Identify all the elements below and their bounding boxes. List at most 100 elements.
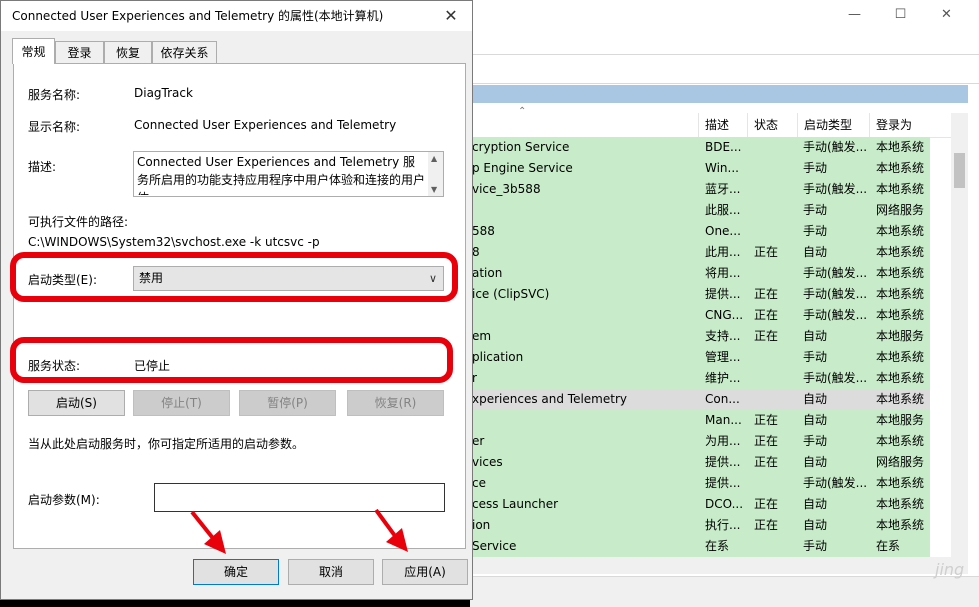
- service-name-cell: p Engine Service: [472, 161, 573, 175]
- service-startup-cell: 手动: [803, 539, 828, 553]
- service-startup-cell: 自动: [803, 413, 828, 427]
- service-status-cell: 正在: [754, 434, 779, 448]
- table-row[interactable]: plication 管理... 手动 本地系统: [470, 347, 930, 368]
- service-description-cell: 在系: [705, 539, 730, 553]
- service-name-cell: er: [472, 434, 485, 448]
- description-textbox[interactable]: Connected User Experiences and Telemetry…: [133, 151, 444, 197]
- red-arrow-icon: [190, 510, 226, 554]
- close-icon[interactable]: ✕: [924, 0, 969, 30]
- services-header-bar: [470, 85, 968, 103]
- table-row[interactable]: Man... 正在 自动 本地服务: [470, 410, 930, 431]
- table-row[interactable]: CNG... 正在 手动(触发... 本地系统: [470, 305, 930, 326]
- minimize-icon[interactable]: —: [832, 0, 877, 30]
- close-icon[interactable]: ✕: [434, 1, 468, 31]
- service-status-cell: [754, 137, 794, 158]
- table-row[interactable]: Service 在系 手动 在系: [470, 536, 930, 557]
- service-name-cell: plication: [472, 350, 524, 364]
- vertical-scrollbar[interactable]: [951, 113, 968, 557]
- table-row[interactable]: ice (ClipSVC) 提供... 正在 手动(触发... 本地系统: [470, 284, 930, 305]
- table-row[interactable]: xperiences and Telemetry Con... 自动 本地系统: [470, 389, 930, 410]
- service-description-cell: 执行...: [705, 518, 741, 532]
- service-description-cell: 此用...: [705, 245, 741, 259]
- service-logon-cell: 本地系统: [876, 161, 925, 175]
- description-scrollbar[interactable]: ▲ ▼: [428, 152, 443, 196]
- ok-button[interactable]: 确定: [193, 559, 279, 585]
- table-row[interactable]: er 为用... 正在 手动 本地系统: [470, 431, 930, 452]
- tab-dependencies[interactable]: 依存关系: [152, 41, 217, 63]
- start-params-hint: 当从此处启动服务时，你可指定所适用的启动参数。: [28, 437, 305, 451]
- service-startup-cell: 手动(触发...: [803, 371, 868, 385]
- service-startup-cell: 手动(触发...: [803, 182, 868, 196]
- scrollbar-thumb[interactable]: [954, 153, 965, 188]
- service-logon-cell: 本地系统: [876, 140, 925, 154]
- service-status-cell: 正在: [754, 518, 779, 532]
- service-description-cell: 为用...: [705, 434, 741, 448]
- service-startup-cell: 手动: [803, 224, 828, 238]
- table-row[interactable]: vice_3b588 蓝牙... 手动(触发... 本地系统: [470, 179, 930, 200]
- service-startup-cell: 手动(触发...: [803, 476, 868, 490]
- service-startup-cell: 手动: [803, 350, 828, 364]
- service-description-cell: 此服...: [705, 203, 741, 217]
- service-startup-cell: 手动: [803, 434, 828, 448]
- start-params-label: 启动参数(M):: [28, 493, 100, 507]
- column-header-startup-type[interactable]: 启动类型: [797, 113, 869, 137]
- service-status-cell: [754, 221, 794, 242]
- scroll-down-icon[interactable]: ▼: [431, 185, 437, 194]
- cancel-button[interactable]: 取消: [288, 559, 374, 585]
- tab-general[interactable]: 常规: [12, 38, 55, 64]
- column-header-description[interactable]: 描述: [698, 113, 744, 137]
- table-row[interactable]: cess Launcher DCO... 正在 自动 本地系统: [470, 494, 930, 515]
- table-row[interactable]: r 维护... 手动(触发... 本地系统: [470, 368, 930, 389]
- service-description-cell: 提供...: [705, 287, 741, 301]
- scroll-up-icon[interactable]: ▲: [431, 154, 437, 163]
- service-name-cell: vices: [472, 455, 503, 469]
- service-status-cell: [754, 347, 794, 368]
- service-status-cell: 正在: [754, 329, 779, 343]
- service-description-cell: CNG...: [705, 308, 744, 322]
- apply-button[interactable]: 应用(A): [382, 559, 468, 585]
- stop-button[interactable]: 停止(T): [133, 390, 230, 416]
- table-row[interactable]: 588 One... 手动 本地系统: [470, 221, 930, 242]
- watermark: jing: [935, 560, 965, 579]
- service-description-cell: DCO...: [705, 497, 744, 511]
- services-column-header: 描述 状态 启动类型 登录为: [470, 113, 968, 138]
- service-description-cell: 管理...: [705, 350, 741, 364]
- service-logon-cell: 本地服务: [876, 413, 925, 427]
- services-window: — ☐ ✕ ⌃ 描述 状态 启动类型 登录为 cryption Service B…: [470, 0, 979, 607]
- service-name-cell: ice (ClipSVC): [472, 287, 550, 301]
- column-header-log-on-as[interactable]: 登录为: [869, 113, 931, 137]
- red-arrow-icon: [374, 508, 408, 552]
- maximize-icon[interactable]: ☐: [878, 0, 923, 30]
- table-row[interactable]: cryption Service BDE... 手动(触发... 本地系统: [470, 137, 930, 158]
- tab-recovery[interactable]: 恢复: [104, 41, 152, 63]
- tab-log-on[interactable]: 登录: [55, 41, 104, 63]
- table-row[interactable]: ce 提供... 手动(触发... 本地系统: [470, 473, 930, 494]
- column-header-status[interactable]: 状态: [747, 113, 799, 137]
- start-button[interactable]: 启动(S): [28, 390, 125, 416]
- table-row[interactable]: ation 将用... 手动(触发... 本地系统: [470, 263, 930, 284]
- table-row[interactable]: 此服... 手动 网络服务: [470, 200, 930, 221]
- table-row[interactable]: ion 执行... 正在 自动 本地系统: [470, 515, 930, 536]
- service-startup-cell: 手动(触发...: [803, 266, 868, 280]
- service-logon-cell: 本地系统: [876, 308, 925, 322]
- service-logon-cell: 本地系统: [876, 287, 925, 301]
- service-logon-cell: 本地系统: [876, 350, 925, 364]
- service-status-cell: [754, 473, 794, 494]
- table-row[interactable]: 8 此用... 正在 自动 本地系统: [470, 242, 930, 263]
- service-name-cell: ce: [472, 476, 486, 490]
- service-name-cell: r: [472, 371, 477, 385]
- services-list: cryption Service BDE... 手动(触发... 本地系统 p Engi…: [470, 137, 930, 557]
- service-logon-cell: 本地系统: [876, 497, 925, 511]
- resume-button[interactable]: 恢复(R): [347, 390, 444, 416]
- service-name-cell: 8: [472, 245, 480, 259]
- table-row[interactable]: em 支持... 正在 自动 本地服务: [470, 326, 930, 347]
- service-logon-cell: 网络服务: [876, 203, 925, 217]
- pause-button[interactable]: 暂停(P): [239, 390, 336, 416]
- service-startup-cell: 自动: [803, 518, 828, 532]
- table-row[interactable]: p Engine Service Win... 手动 本地系统: [470, 158, 930, 179]
- service-name-cell: cryption Service: [472, 140, 570, 154]
- horizontal-scrollbar[interactable]: [470, 557, 968, 574]
- service-description-cell: Man...: [705, 413, 742, 427]
- service-logon-cell: 本地系统: [876, 182, 925, 196]
- table-row[interactable]: vices 提供... 正在 自动 网络服务: [470, 452, 930, 473]
